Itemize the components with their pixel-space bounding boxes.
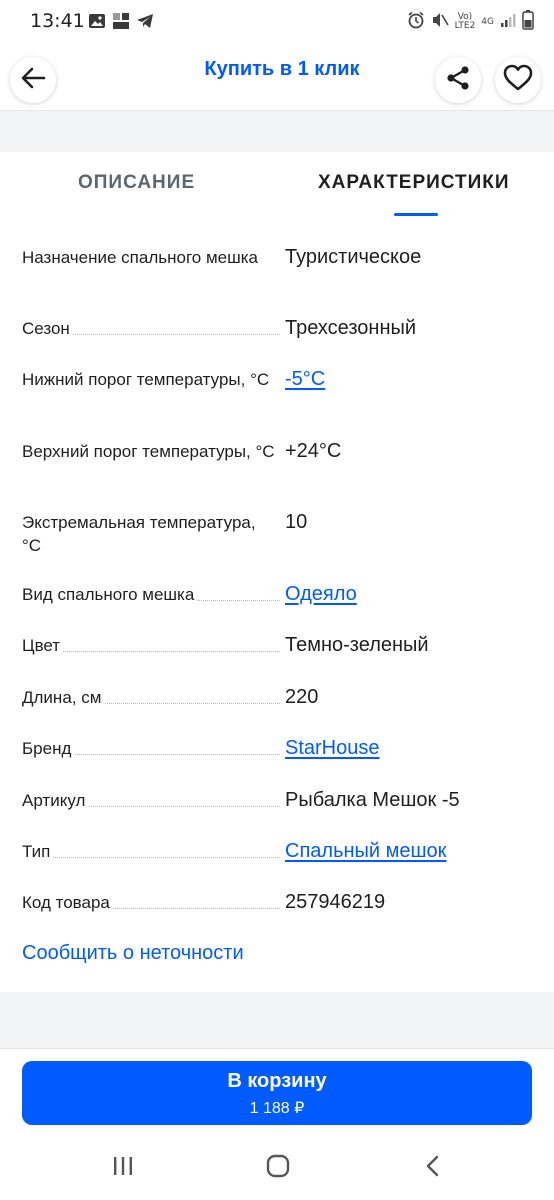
back-button[interactable] xyxy=(10,57,56,103)
spec-value: 10 xyxy=(285,511,308,533)
image-icon xyxy=(88,13,106,33)
alarm-icon xyxy=(407,11,425,33)
spec-name: Тип xyxy=(22,840,280,863)
report-inaccuracy-link[interactable]: Сообщить о неточности xyxy=(22,942,244,965)
section-divider xyxy=(0,992,554,1048)
spec-value: 220 xyxy=(285,686,319,708)
header: Купить в 1 клик xyxy=(0,44,554,110)
spec-name: Бренд xyxy=(22,737,280,760)
spec-name: Экстремальная температура, °C xyxy=(22,513,256,555)
spec-value-link[interactable]: Спальный мешок xyxy=(285,838,446,864)
spec-value: +24°C xyxy=(285,440,342,462)
battery-icon xyxy=(522,10,534,34)
spec-name: Артикул xyxy=(22,789,280,812)
spec-value: Туристическое xyxy=(285,246,422,268)
heart-icon xyxy=(503,64,533,97)
buy-one-click-button[interactable]: Купить в 1 клик xyxy=(140,58,424,81)
spec-name: Назначение спального мешка xyxy=(22,246,280,269)
section-divider xyxy=(0,110,554,153)
tabs: ОПИСАНИЕ ХАРАКТЕРИСТИКИ xyxy=(0,152,554,222)
spec-name: Верхний порог температуры, °C xyxy=(22,440,280,463)
spec-value-link[interactable]: StarHouse xyxy=(285,735,380,761)
mute-icon xyxy=(431,11,449,33)
home-icon xyxy=(265,1153,291,1184)
arrow-left-icon xyxy=(20,66,46,95)
share-icon xyxy=(445,65,471,96)
spec-value: Трехсезонный xyxy=(285,317,417,339)
cart-button-label: В корзину xyxy=(227,1070,327,1092)
add-to-cart-button[interactable]: В корзину 1 188 ₽ xyxy=(22,1061,532,1125)
tab-specifications[interactable]: ХАРАКТЕРИСТИКИ xyxy=(318,172,510,194)
spec-name: Длина, см xyxy=(22,686,280,709)
cart-bar: В корзину 1 188 ₽ xyxy=(0,1048,554,1135)
spec-value-link[interactable]: -5°C xyxy=(285,366,325,392)
cart-button-price: 1 188 ₽ xyxy=(249,1100,305,1117)
system-back-button[interactable] xyxy=(418,1154,448,1182)
network-type: 4G xyxy=(481,16,494,27)
status-bar: 13:41 Vo) LTE2 4G xyxy=(0,0,554,44)
spec-value: Рыбалка Мешок -5 xyxy=(285,789,460,811)
status-system-icons: Vo) LTE2 4G xyxy=(407,10,534,34)
recents-icon xyxy=(111,1155,135,1182)
telegram-icon xyxy=(136,13,154,33)
favorite-button[interactable] xyxy=(495,57,541,103)
app-icon xyxy=(112,12,130,34)
home-button[interactable] xyxy=(263,1154,293,1182)
spec-name: Код товара xyxy=(22,891,280,914)
network-label: Vo) LTE2 xyxy=(454,12,476,31)
spec-value: Темно-зеленый xyxy=(285,634,429,656)
spec-value-link[interactable]: Одеяло xyxy=(285,581,357,607)
signal-icon xyxy=(500,12,516,32)
spec-value: 257946219 xyxy=(285,891,386,913)
specifications-list: Назначение спального мешка Туристическое… xyxy=(0,222,554,992)
recents-button[interactable] xyxy=(108,1154,138,1182)
status-notification-icons xyxy=(88,12,154,34)
spec-name: Цвет xyxy=(22,634,280,657)
spec-name: Вид спального мешка xyxy=(22,583,280,606)
share-button[interactable] xyxy=(435,57,481,103)
system-nav-bar xyxy=(0,1134,554,1200)
back-chevron-icon xyxy=(423,1154,443,1183)
spec-name: Сезон xyxy=(22,317,280,340)
spec-name: Нижний порог температуры, °C xyxy=(22,368,280,391)
tab-description[interactable]: ОПИСАНИЕ xyxy=(78,172,195,194)
status-time: 13:41 xyxy=(30,10,85,32)
active-tab-indicator xyxy=(394,213,438,216)
